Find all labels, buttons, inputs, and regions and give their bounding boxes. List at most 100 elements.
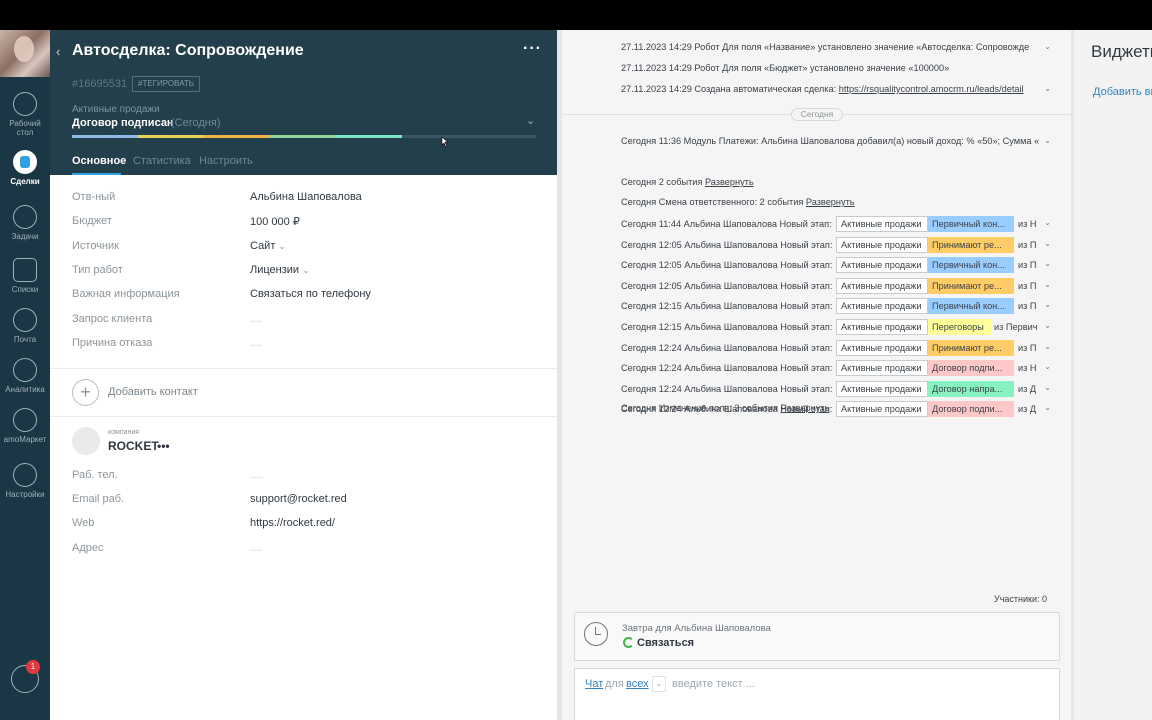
- field-value-responsible[interactable]: Альбина Шаповалова: [250, 191, 362, 203]
- stage-row-tail: из П: [1018, 301, 1037, 311]
- stage-selector[interactable]: Договор подписан: [72, 117, 174, 129]
- chevron-down-icon[interactable]: ⌄: [1042, 84, 1051, 93]
- composer-input[interactable]: введите текст ...: [672, 678, 755, 690]
- field-value-work-type[interactable]: Лицензии ⌄: [250, 264, 310, 276]
- feed-item: Сегодня 2 события Развернуть: [621, 177, 1051, 187]
- mail-icon: [13, 308, 37, 332]
- nav-item-mail[interactable]: Почта: [0, 308, 50, 344]
- feed-item-text: Сегодня Смена ответственного: 2 события: [621, 197, 806, 207]
- stage-row-tail: из П: [1018, 281, 1037, 291]
- field-value-address[interactable]: ....: [250, 542, 262, 554]
- composer-chat-mode[interactable]: Чат: [585, 678, 603, 690]
- tab-configure[interactable]: Настроить: [199, 155, 253, 167]
- chevron-down-icon[interactable]: ⌄: [1044, 300, 1051, 309]
- feed-item: 27.11.2023 14:29 Создана автоматическая …: [621, 84, 1051, 94]
- field-label-source: Источник: [72, 240, 119, 252]
- add-contact-plus-icon[interactable]: +: [72, 379, 99, 406]
- stage-row-text: Сегодня 12:05 Альбина Шаповалова Новый э…: [621, 281, 833, 291]
- field-label-refusal-reason: Причина отказа: [72, 337, 153, 349]
- field-value-refusal-reason[interactable]: ....: [250, 337, 262, 349]
- nav-item-dashboard[interactable]: Рабочий стол: [0, 92, 50, 137]
- field-value-work-email[interactable]: support@rocket.red: [250, 493, 347, 505]
- expand-link[interactable]: Развернуть: [806, 197, 855, 207]
- chevron-down-icon[interactable]: ⌄: [652, 676, 666, 692]
- stage-change-row: Сегодня 12:24 Альбина Шаповалова Новый э…: [621, 381, 1051, 397]
- field-value-web[interactable]: https://rocket.red/: [250, 517, 335, 529]
- company-more-icon[interactable]: •••: [157, 439, 170, 453]
- chevron-down-icon[interactable]: ⌄: [1044, 321, 1051, 330]
- field-value-budget[interactable]: 100 000 ₽: [250, 215, 300, 228]
- stage-row-tail: из Д: [1018, 384, 1037, 394]
- chevron-down-icon[interactable]: ⌄: [526, 114, 535, 127]
- nav-item-tasks[interactable]: Задачи: [0, 205, 50, 241]
- add-contact-button[interactable]: Добавить контакт: [108, 386, 198, 398]
- chevron-down-icon[interactable]: ⌄: [1044, 259, 1051, 268]
- feed-item-text: 27.11.2023 14:29 Создана автоматическая …: [621, 84, 839, 94]
- chevron-down-icon[interactable]: ⌄: [1042, 42, 1051, 51]
- widgets-title: Виджеты: [1091, 42, 1152, 61]
- stage-to-pill: Принимают ре...: [928, 340, 1014, 356]
- back-arrow-icon[interactable]: ‹: [56, 44, 60, 59]
- nav-item-label: Сделки: [10, 177, 40, 186]
- company-kicker: компания: [108, 429, 140, 436]
- tab-main[interactable]: Основное: [72, 155, 126, 167]
- stage-change-row: Сегодня 12:05 Альбина Шаповалова Новый э…: [621, 257, 1051, 273]
- clock-icon: [584, 622, 608, 646]
- field-value-important-info[interactable]: Связаться по телефону: [250, 288, 371, 300]
- field-value-work-phone[interactable]: ....: [250, 469, 262, 481]
- field-label-client-request: Запрос клиента: [72, 313, 153, 325]
- nav-item-label: Аналитика: [5, 385, 45, 394]
- analytics-icon: [13, 358, 37, 382]
- nav-item-label: Списки: [11, 285, 39, 294]
- user-avatar[interactable]: [0, 30, 50, 77]
- chevron-down-icon[interactable]: ⌄: [1044, 362, 1051, 371]
- stage-from-pill: Активные продажи: [836, 381, 928, 397]
- company-avatar: [72, 427, 100, 455]
- chevron-down-icon[interactable]: ⌄: [1042, 136, 1051, 145]
- nav-item-analytics[interactable]: Аналитика: [0, 358, 50, 394]
- expand-link[interactable]: Развернуть: [705, 177, 754, 187]
- company-name[interactable]: ROCKET: [108, 439, 159, 453]
- add-widget-link[interactable]: Добавить виджет: [1093, 86, 1152, 98]
- chevron-down-icon[interactable]: ⌄: [1044, 383, 1051, 392]
- field-value-source[interactable]: Сайт ⌄: [250, 240, 286, 252]
- chevron-down-icon: ⌄: [278, 241, 286, 251]
- stage-change-row: Сегодня 12:24 Альбина Шаповалова Новый э…: [621, 340, 1051, 356]
- tab-statistics[interactable]: Статистика: [133, 155, 191, 167]
- stage-row-text: Сегодня 11:44 Альбина Шаповалова Новый э…: [621, 219, 832, 229]
- stage-change-row: Сегодня 11:44 Альбина Шаповалова Новый э…: [621, 216, 1051, 232]
- more-menu-icon[interactable]: ···: [523, 40, 542, 58]
- participants-count[interactable]: Участники: 0: [994, 594, 1047, 604]
- refresh-icon: [623, 637, 634, 648]
- composer-recipients[interactable]: всех: [626, 678, 649, 690]
- feed-item-text: Сегодня 11:36 Модуль Платежи: Альбина Ша…: [621, 136, 1040, 146]
- stage-row-text: Сегодня 12:24 Альбина Шаповалова Новый э…: [621, 343, 833, 353]
- stage-progress-bar: [72, 135, 536, 138]
- work-type-value: Лицензии: [250, 264, 300, 276]
- stage-row-text: Сегодня 12:24 Альбина Шаповалова Новый э…: [621, 363, 833, 373]
- task-action[interactable]: Связаться: [637, 637, 694, 649]
- message-composer[interactable]: [574, 668, 1060, 720]
- stage-row-text: Сегодня 12:05 Альбина Шаповалова Новый э…: [621, 240, 833, 250]
- expand-link[interactable]: Развернуть: [781, 403, 830, 413]
- nav-item-deals[interactable]: Сделки: [0, 150, 50, 186]
- field-label-important-info: Важная информация: [72, 288, 180, 300]
- stage-change-row: Сегодня 12:05 Альбина Шаповалова Новый э…: [621, 278, 1051, 294]
- field-label-web: Web: [72, 517, 95, 529]
- feed-item: Сегодня Изменение поля: 3 события Развер…: [621, 403, 1051, 413]
- chevron-down-icon[interactable]: ⌄: [1044, 342, 1051, 351]
- nav-item-lists[interactable]: Списки: [0, 258, 50, 294]
- field-label-responsible: Отв-ный: [72, 191, 116, 203]
- chevron-down-icon[interactable]: ⌄: [1044, 280, 1051, 289]
- tag-button[interactable]: #ТЕГИРОВАТЬ: [132, 76, 201, 92]
- lead-link[interactable]: https://rsqualitycontrol.amocrm.ru/leads…: [839, 84, 1024, 94]
- pipeline-name: Активные продажи: [72, 104, 160, 115]
- deal-title[interactable]: Автосделка: Сопровождение: [72, 42, 304, 60]
- nav-item-market[interactable]: amoМаркет: [0, 408, 50, 444]
- chevron-down-icon[interactable]: ⌄: [1044, 218, 1051, 227]
- nav-item-settings[interactable]: Настройки: [0, 463, 50, 499]
- field-value-client-request[interactable]: ....: [250, 313, 262, 325]
- deal-id: #16695531: [72, 78, 128, 90]
- stage-row-text: Сегодня 12:24 Альбина Шаповалова Новый э…: [621, 384, 833, 394]
- chevron-down-icon[interactable]: ⌄: [1044, 239, 1051, 248]
